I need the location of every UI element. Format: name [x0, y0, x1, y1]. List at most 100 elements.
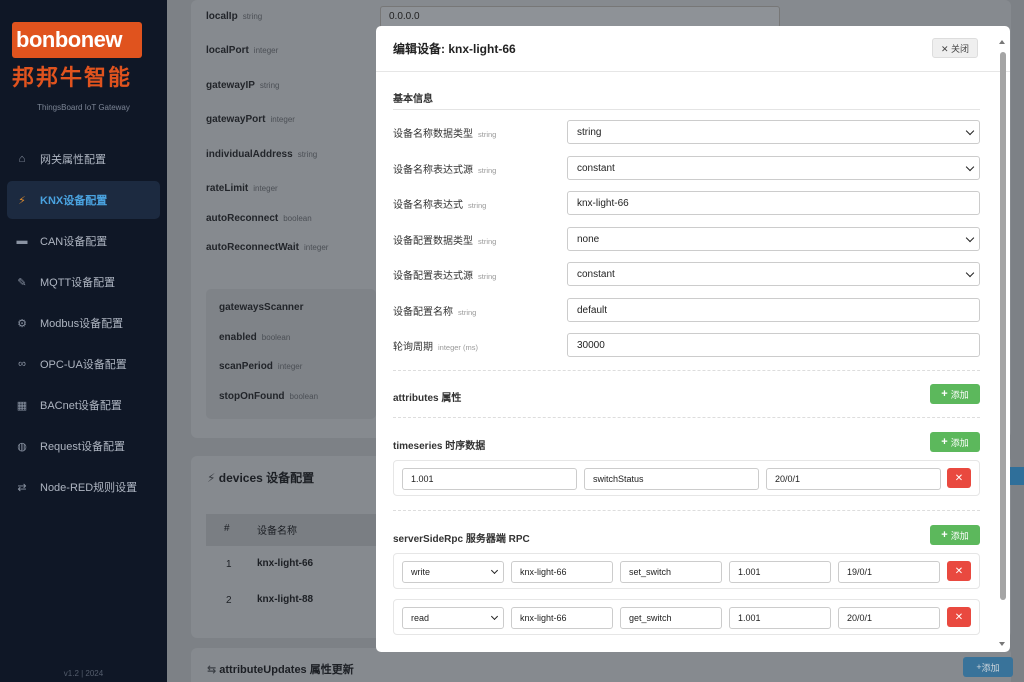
chevron-down-icon [490, 566, 499, 575]
gear-icon: ⚙ [17, 317, 27, 330]
table-row-name[interactable]: knx-light-66 [257, 558, 313, 569]
timeseries-add-button[interactable]: + 添加 [930, 432, 980, 452]
logo-cn: 邦邦牛智能 [12, 65, 133, 90]
attribute-updates-add-button[interactable]: + 添加 [963, 657, 1013, 677]
scroll-peek [1010, 467, 1024, 485]
sidebar-item-nodered[interactable]: ⇄ Node-RED规则设置 [7, 468, 160, 506]
sidebar-item-label: CAN设备配置 [40, 236, 108, 248]
timeseries-type-input[interactable]: 1.001 [402, 468, 577, 490]
attributes-add-button[interactable]: + 添加 [930, 384, 980, 404]
car-icon: ▬ [16, 235, 28, 247]
plus-icon: + [941, 529, 948, 541]
local-ip-input[interactable]: 0.0.0.0 [380, 6, 780, 28]
table-header-name: 设备名称 [257, 526, 297, 537]
sidebar-item-label: 网关属性配置 [40, 154, 106, 166]
attribute-updates-title: ⇆ attributeUpdates 属性更新 [207, 664, 354, 676]
sidebar-item-request[interactable]: ◍ Request设备配置 [7, 427, 160, 465]
sidebar-item-label: OPC-UA设备配置 [40, 359, 127, 371]
scroll-down-arrow[interactable] [999, 642, 1005, 646]
chevron-down-icon [965, 233, 975, 243]
rpc-delete-button[interactable]: ✕ [947, 561, 971, 581]
rpc-name-input[interactable]: set_switch [620, 561, 722, 583]
feather-icon: ✎ [17, 276, 27, 289]
form-row-poll-period: 轮询周期 integer (ms) 30000 [393, 333, 980, 357]
divider [393, 370, 980, 371]
building-icon: ▦ [16, 399, 28, 412]
profile-type-select[interactable]: none [567, 227, 980, 251]
form-row-device-name-expression: 设备名称表达式 string knx-light-66 [393, 191, 980, 215]
rpc-title: serverSideRpc 服务器端 RPC [393, 534, 530, 545]
timeseries-title: timeseries 时序数据 [393, 441, 486, 452]
profile-source-select[interactable]: constant [567, 262, 980, 286]
rpc-addr-input[interactable]: 1.001 [729, 561, 831, 583]
scroll-up-arrow[interactable] [999, 40, 1005, 44]
divider [393, 510, 980, 511]
field-local-port: localPort integer [206, 45, 279, 56]
sidebar-item-modbus[interactable]: ⚙ Modbus设备配置 [7, 304, 160, 342]
table-row-index: 2 [226, 595, 232, 606]
sidebar-item-gateway[interactable]: ⌂ 网关属性配置 [7, 140, 160, 178]
sidebar-item-label: Request设备配置 [40, 441, 125, 453]
sidebar-item-mqtt[interactable]: ✎ MQTT设备配置 [7, 263, 160, 301]
attributes-title: attributes 属性 [393, 393, 462, 404]
sidebar-item-label: Node-RED规则设置 [40, 482, 138, 494]
form-row-profile-type: 设备配置数据类型 string none [393, 227, 980, 251]
profile-name-input[interactable]: default [567, 298, 980, 322]
table-row-name[interactable]: knx-light-88 [257, 594, 313, 605]
field-individual-address: individualAddress string [206, 149, 318, 160]
version-text: v1.2 | 2024 [63, 669, 104, 678]
form-row-profile-name: 设备配置名称 string default [393, 298, 980, 322]
sidebar-nav: ⌂ 网关属性配置 ⚡ KNX设备配置 ▬ CAN设备配置 ✎ MQTT设备配置 ⚙ Mod… [0, 140, 167, 509]
device-name-type-select[interactable]: string [567, 120, 980, 144]
timeseries-delete-button[interactable]: ✕ [947, 468, 971, 488]
rpc-device-input[interactable]: knx-light-66 [511, 607, 613, 629]
poll-period-input[interactable]: 30000 [567, 333, 980, 357]
field-rate-limit: rateLimit integer [206, 183, 278, 194]
device-name-source-select[interactable]: constant [567, 156, 980, 180]
sidebar-item-bacnet[interactable]: ▦ BACnet设备配置 [7, 386, 160, 424]
rpc-delete-button[interactable]: ✕ [947, 607, 971, 627]
table-row-index: 1 [226, 559, 232, 570]
modal-header: 编辑设备: knx-light-66 ✕ 关闭 [376, 26, 1010, 72]
lightning-icon: ⚡ [18, 194, 26, 207]
chevron-down-icon [965, 268, 975, 278]
rpc-add-button[interactable]: + 添加 [930, 525, 980, 545]
rpc-method-select[interactable]: write [402, 561, 504, 583]
home-icon: ⌂ [18, 153, 26, 165]
close-button[interactable]: ✕ 关闭 [932, 38, 978, 58]
divider [393, 109, 980, 110]
field-gateway-port: gatewayPort integer [206, 114, 295, 125]
rpc-name-input[interactable]: get_switch [620, 607, 722, 629]
sidebar-item-knx[interactable]: ⚡ KNX设备配置 [7, 181, 160, 219]
rpc-group-input[interactable]: 20/0/1 [838, 607, 940, 629]
rpc-method-select[interactable]: read [402, 607, 504, 629]
rpc-addr-input[interactable]: 1.001 [729, 607, 831, 629]
modal-title: 编辑设备: knx-light-66 [393, 42, 516, 56]
form-row-profile-source: 设备配置表达式源 string constant [393, 262, 980, 286]
link-icon: ∞ [18, 358, 26, 370]
modal-scrollbar[interactable] [999, 38, 1008, 648]
rpc-device-input[interactable]: knx-light-66 [511, 561, 613, 583]
table-header-index: # [224, 523, 230, 534]
field-stop-on-found: stopOnFound boolean [219, 391, 319, 402]
sidebar-item-opcua[interactable]: ∞ OPC-UA设备配置 [7, 345, 160, 383]
plug-icon: ⚡ [207, 471, 219, 485]
sidebar-item-label: KNX设备配置 [40, 195, 108, 207]
chevron-down-icon [965, 126, 975, 136]
field-enabled: enabled boolean [219, 332, 291, 343]
sidebar-item-label: MQTT设备配置 [40, 277, 116, 289]
field-auto-reconnect: autoReconnect boolean [206, 213, 312, 224]
field-auto-reconnect-wait: autoReconnectWait integer [206, 242, 329, 253]
timeseries-key-input[interactable]: switchStatus [584, 468, 759, 490]
rpc-group-input[interactable]: 19/0/1 [838, 561, 940, 583]
sidebar-item-can[interactable]: ▬ CAN设备配置 [7, 222, 160, 260]
device-name-expression-input[interactable]: knx-light-66 [567, 191, 980, 215]
app-subtitle: ThingsBoard IoT Gateway [37, 103, 130, 112]
timeseries-address-input[interactable]: 20/0/1 [766, 468, 941, 490]
form-row-device-name-source: 设备名称表达式源 string constant [393, 156, 980, 180]
scroll-thumb[interactable] [1000, 52, 1006, 600]
sidebar-item-label: Modbus设备配置 [40, 318, 124, 330]
rpc-row: write knx-light-66 set_switch 1.001 19/0… [393, 553, 980, 589]
field-gateways-scanner: gatewaysScanner [219, 302, 304, 313]
plus-icon: + [941, 436, 948, 448]
